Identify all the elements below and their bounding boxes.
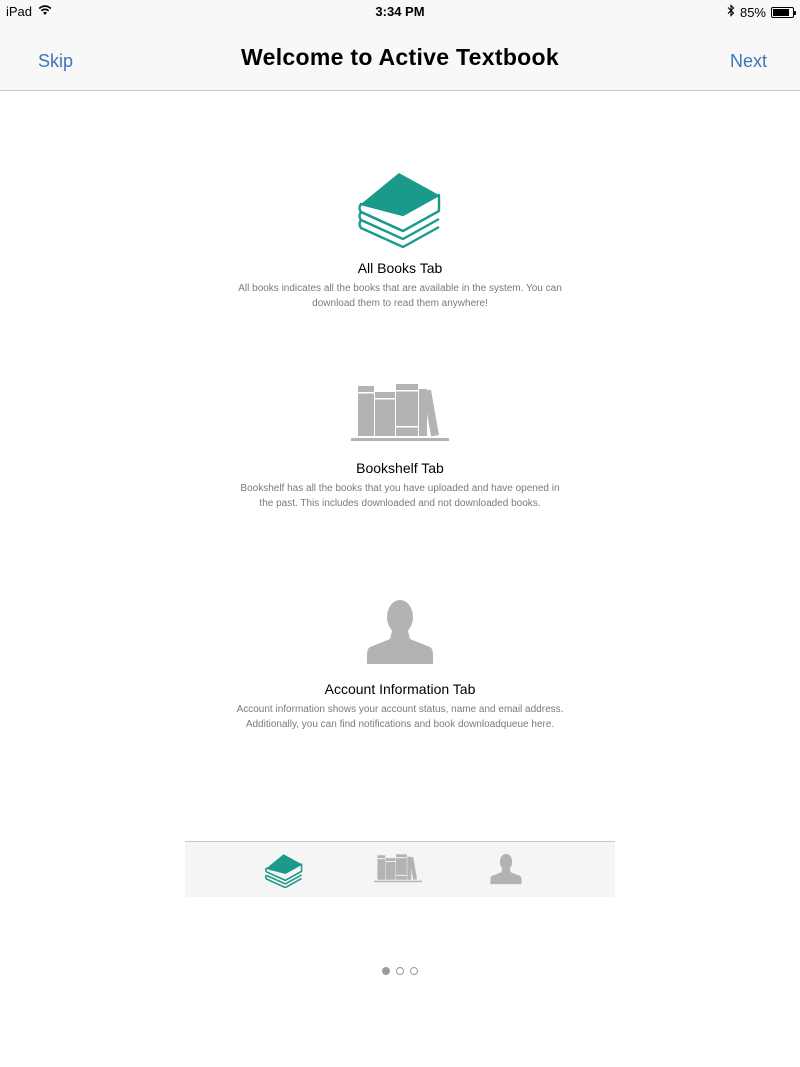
page-dot[interactable]	[396, 967, 404, 975]
tab-all-books[interactable]	[264, 852, 303, 893]
bookshelf-icon	[374, 854, 422, 883]
bookshelf-section: Bookshelf Tab Bookshelf has all the book…	[0, 380, 800, 511]
books-stack-icon	[264, 854, 303, 889]
account-information-section: Account Information Tab Account informat…	[0, 597, 800, 732]
status-time: 3:34 PM	[375, 4, 425, 19]
bookshelf-icon	[0, 380, 800, 444]
all-books-section: All Books Tab All books indicates all th…	[0, 168, 800, 311]
section-title: Bookshelf Tab	[356, 460, 444, 476]
tab-account[interactable]	[489, 852, 523, 890]
page-dot[interactable]	[382, 967, 390, 975]
page-indicator[interactable]	[0, 967, 800, 975]
next-button[interactable]: Next	[730, 51, 767, 72]
tab-bar	[185, 841, 615, 897]
status-bar: iPad 3:34 PM 85%	[0, 0, 800, 24]
section-title: Account Information Tab	[324, 681, 476, 697]
bluetooth-icon	[727, 4, 735, 20]
page-dot[interactable]	[410, 967, 418, 975]
section-description: All books indicates all the books that a…	[238, 283, 562, 309]
person-icon	[0, 597, 800, 665]
section-title: All Books Tab	[357, 260, 443, 276]
navigation-bar: Skip Welcome to Active Textbook Next	[0, 24, 800, 91]
books-stack-icon	[0, 168, 800, 248]
battery-fill	[773, 8, 790, 16]
section-description: Bookshelf has all the books that you hav…	[240, 483, 560, 509]
battery-percent: 85%	[739, 4, 766, 20]
page-title: Welcome to Active Textbook	[241, 44, 559, 70]
status-right: 85%	[727, 4, 796, 20]
section-description: Account information shows your account s…	[236, 704, 564, 730]
tab-bookshelf[interactable]	[374, 852, 422, 889]
person-icon	[490, 853, 522, 885]
battery-icon	[771, 6, 796, 18]
